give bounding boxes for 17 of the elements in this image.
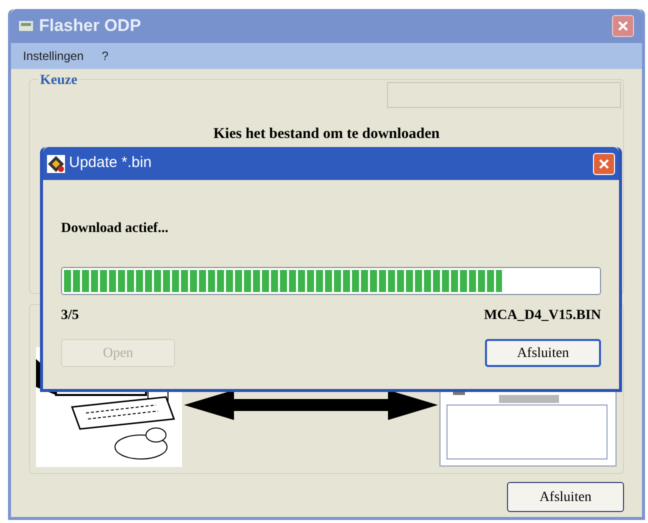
close-icon <box>598 158 610 170</box>
counter-text: 3/5 <box>61 307 79 325</box>
menu-item[interactable]: Instellingen <box>23 47 84 65</box>
menu-item[interactable]: ? <box>102 47 108 65</box>
file-name: MCA_D4_V15.BIN <box>484 307 601 325</box>
double-arrow-icon <box>184 390 438 420</box>
text-field[interactable] <box>387 82 621 108</box>
close-button[interactable]: Afsluiten <box>485 339 601 367</box>
heading-text: Kies het bestand om te downloaden <box>213 125 440 144</box>
dialog-title: Update *.bin <box>69 153 152 174</box>
window-title: Flasher ODP <box>39 15 142 38</box>
close-icon <box>617 20 629 32</box>
close-button[interactable]: Afsluiten <box>507 482 624 512</box>
app-icon <box>19 21 33 31</box>
close-button[interactable] <box>612 15 634 37</box>
status-text: Download actief... <box>61 220 170 238</box>
app-icon <box>47 154 65 172</box>
